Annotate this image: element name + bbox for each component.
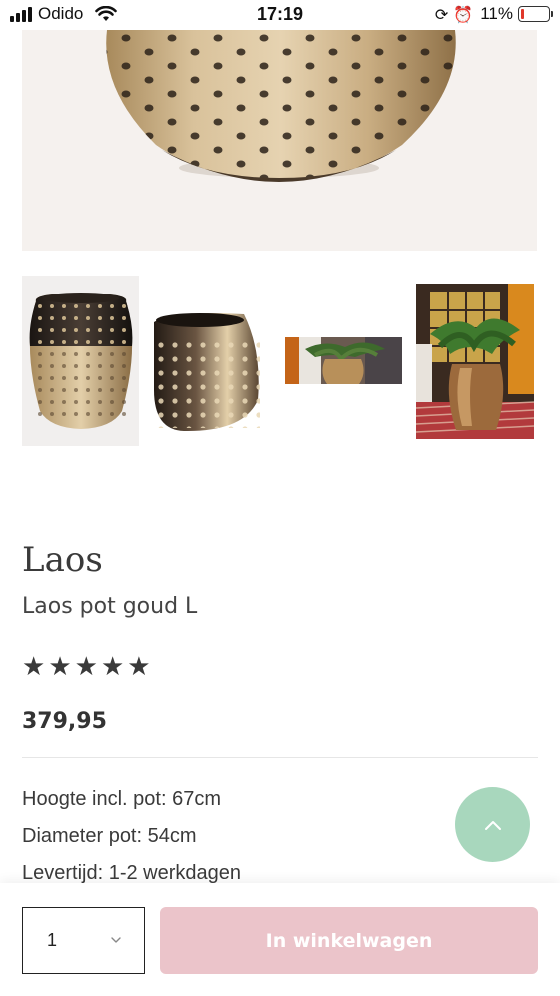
product-title: Laos bbox=[22, 540, 103, 580]
battery-icon bbox=[518, 6, 553, 22]
thumbnail-4[interactable] bbox=[416, 284, 534, 439]
star-icon: ★ bbox=[127, 652, 151, 682]
status-right: ⟳ ⏰ 11% bbox=[434, 4, 553, 24]
product-price: 379,95 bbox=[22, 709, 107, 734]
add-to-cart-button[interactable]: In winkelwagen bbox=[160, 907, 538, 974]
star-icon: ★ bbox=[74, 652, 98, 682]
spec-delivery-time: Levertijd: 1-2 werkdagen bbox=[22, 862, 242, 884]
thumbnail-2-image bbox=[154, 313, 260, 432]
spec-height: Hoogte incl. pot: 67cm bbox=[22, 788, 221, 810]
alarm-icon: ⏰ bbox=[453, 4, 474, 24]
spec-diameter: Diameter pot: 54cm bbox=[22, 825, 197, 847]
orientation-lock-icon: ⟳ bbox=[434, 4, 449, 24]
chevron-up-icon bbox=[484, 820, 501, 830]
battery-percent: 11% bbox=[480, 4, 513, 23]
thumbnail-3-image bbox=[285, 337, 402, 384]
star-icon: ★ bbox=[100, 652, 125, 682]
quantity-value: 1 bbox=[47, 930, 58, 950]
divider bbox=[22, 757, 538, 758]
thumbnail-4-image bbox=[416, 284, 534, 439]
add-to-cart-bar: 1 In winkelwagen bbox=[0, 883, 560, 996]
star-icon: ★ bbox=[48, 652, 72, 682]
product-subtitle: Laos pot goud L bbox=[22, 594, 198, 619]
pot-image bbox=[106, 30, 456, 182]
quantity-select[interactable]: 1 bbox=[22, 907, 145, 974]
status-bar: Odido 17:19 ⟳ ⏰ 11% bbox=[0, 0, 560, 30]
battery-fill bbox=[521, 9, 524, 19]
thumbnail-1-image bbox=[29, 293, 133, 429]
main-product-image[interactable] bbox=[22, 30, 537, 251]
thumbnail-3[interactable] bbox=[285, 337, 402, 384]
scroll-to-top-button[interactable] bbox=[455, 787, 530, 862]
thumbnail-1[interactable] bbox=[22, 276, 139, 446]
product-rating: ★ ★ ★ ★ ★ bbox=[22, 654, 151, 680]
thumbnail-2[interactable] bbox=[154, 310, 262, 432]
chevron-down-icon bbox=[111, 937, 121, 943]
star-icon: ★ bbox=[22, 652, 46, 682]
